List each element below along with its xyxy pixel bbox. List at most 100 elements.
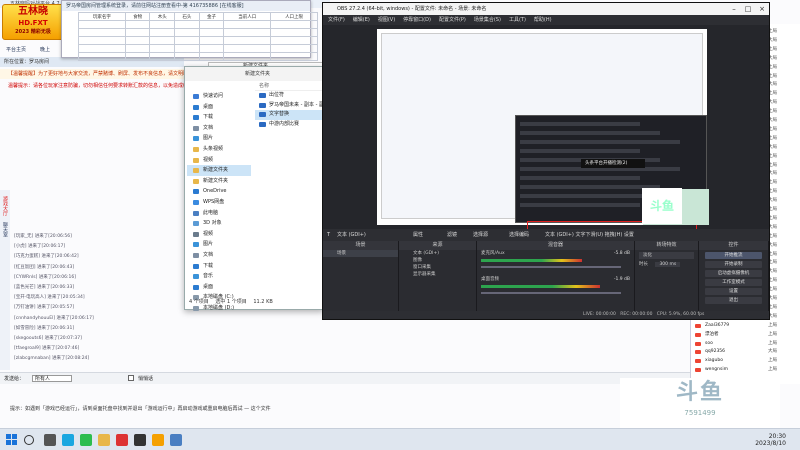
control-button[interactable]: 设置	[705, 288, 762, 295]
private-chat-checkbox[interactable]	[128, 375, 134, 381]
tab-chat-room[interactable]: 聊天室	[2, 222, 9, 237]
user-list-item[interactable]: soo 上局	[691, 340, 777, 348]
explorer-nav-item[interactable]: 文档	[187, 250, 251, 261]
table-cell	[149, 20, 176, 29]
source-item[interactable]: 图像	[399, 257, 476, 264]
chat-app-icon[interactable]	[152, 434, 164, 446]
obs-menu-item[interactable]: 工具(T)	[509, 17, 526, 23]
search-icon[interactable]	[24, 435, 34, 445]
user-list-item[interactable]: Zaal36779 上局	[691, 322, 777, 330]
select-source-button[interactable]: 选择源	[473, 229, 488, 241]
wechat-icon[interactable]	[80, 434, 92, 446]
explorer-nav-item[interactable]: 桌面	[187, 102, 251, 113]
obs-menu-item[interactable]: 文件(F)	[328, 17, 345, 23]
explorer-nav-item[interactable]: 视频	[187, 229, 251, 240]
nav-item-label: 图片	[203, 241, 214, 248]
name-column-header[interactable]: 名称	[255, 81, 323, 91]
explorer-nav-item[interactable]: 新建文件夹	[187, 165, 251, 176]
explorer-nav-item[interactable]: 3D 对象	[187, 218, 251, 229]
source-item[interactable]: 窗口采集	[399, 264, 476, 271]
nav-item-icon	[193, 231, 199, 237]
explorer-nav-item[interactable]: 下载	[187, 112, 251, 123]
properties-button[interactable]: 属性	[413, 229, 423, 241]
preview-row	[520, 185, 660, 189]
table-cell	[223, 44, 272, 53]
evening-link[interactable]: 晚上	[40, 46, 50, 53]
maximize-icon[interactable]: □	[741, 3, 755, 15]
table-cell	[174, 44, 200, 53]
explorer-nav-item[interactable]: OneDrive	[187, 186, 251, 197]
user-list-item[interactable]: 漂泊者 上局	[691, 331, 777, 339]
select-encoder-button[interactable]: 选择编码	[509, 229, 529, 241]
user-list-item[interactable]: qq92356 大局	[691, 348, 777, 356]
scene-item[interactable]: 场景	[323, 250, 398, 257]
chat-log-line: [红豆饭团] 进来了[20:06:43]	[14, 264, 75, 270]
edge-icon[interactable]	[62, 434, 74, 446]
explorer-nav-item[interactable]: 文档	[187, 123, 251, 134]
stats-table: 玩家名字 食物 木头 石头 金子 当前人口 人口上限	[78, 12, 318, 61]
table-cell	[174, 20, 200, 29]
nav-item-label: 图片	[203, 135, 214, 142]
clock[interactable]: 20:30 2023/8/10	[755, 433, 786, 447]
current-source: 文本 (GDI+)	[337, 232, 366, 238]
watermark-brand: 斗鱼	[675, 380, 724, 405]
app-icon[interactable]	[116, 434, 128, 446]
minimize-icon[interactable]: –	[727, 3, 741, 15]
obs-menu-item[interactable]: 视图(V)	[378, 17, 395, 23]
tip-text: 提示：如遇到「游戏已经运行」，请到桌面托盘中找到并退出「游戏运行中」再启动游戏或…	[10, 406, 271, 412]
explorer-nav-item[interactable]: 图片	[187, 239, 251, 250]
explorer-nav-item[interactable]: 新建文件夹	[187, 176, 251, 187]
home-link[interactable]: 平台主页	[6, 46, 26, 53]
obs-menu-item[interactable]: 场景集合(S)	[474, 17, 501, 23]
send-target-select[interactable]: 所有人	[32, 375, 72, 382]
game-icon[interactable]	[170, 434, 182, 446]
windows-start-icon[interactable]	[6, 434, 18, 446]
obs-icon[interactable]	[134, 434, 146, 446]
control-button[interactable]: 工作室模式	[705, 279, 762, 286]
folder-icon[interactable]	[98, 434, 110, 446]
nav-item-label: 桌面	[203, 103, 214, 110]
obs-menu-item[interactable]: 编辑(E)	[353, 17, 370, 23]
nav-item-icon	[193, 94, 199, 99]
control-button[interactable]: 退出	[705, 297, 762, 304]
user-status: 上局	[768, 340, 777, 346]
source-item[interactable]: 显示器采集	[399, 271, 476, 278]
file-row[interactable]: 中游内部比赛	[255, 120, 323, 130]
obs-status-bar: LIVE: 00:00:00 REC: 00:00:00 CPU: 5.9%, …	[323, 311, 769, 319]
tab-game-hall[interactable]: 游戏大厅	[2, 196, 9, 216]
task-view-icon[interactable]	[44, 434, 56, 446]
explorer-nav-item[interactable]: 此电脑	[187, 208, 251, 219]
explorer-nav-item[interactable]: 图片	[187, 133, 251, 144]
obs-menu-item[interactable]: 配置文件(P)	[439, 17, 466, 23]
filters-button[interactable]: 滤镜	[447, 229, 457, 241]
volume-slider[interactable]	[481, 266, 621, 268]
file-row[interactable]: 出位符	[255, 91, 323, 101]
volume-slider[interactable]	[481, 292, 621, 294]
user-list-item[interactable]: wengnsim 上局	[691, 366, 777, 374]
control-button[interactable]: 开始录制	[705, 261, 762, 268]
transition-select[interactable]: 淡化	[639, 252, 694, 259]
control-button[interactable]: 开始推流	[705, 252, 762, 259]
explorer-nav-item[interactable]: 音乐	[187, 271, 251, 282]
explorer-nav-item[interactable]: 下载	[187, 261, 251, 272]
nav-item-label: OneDrive	[203, 188, 227, 195]
explorer-nav-item[interactable]: WPS网盘	[187, 197, 251, 208]
source-item[interactable]: 文本 (GDI+)	[399, 250, 476, 257]
table-cell	[124, 36, 151, 45]
explorer-nav-item[interactable]: 视频	[187, 155, 251, 166]
user-status: 上局	[768, 367, 777, 373]
file-row[interactable]: 罗马帝国未来 - 副本 - 副本	[255, 101, 329, 111]
explorer-nav-item[interactable]: 头条视频	[187, 144, 251, 155]
file-row[interactable]: 文字替换	[255, 110, 323, 120]
user-name: 漂泊者	[705, 331, 719, 337]
control-button[interactable]: 启动虚拟摄像机	[705, 270, 762, 277]
nav-item-label: 新建文件夹	[203, 167, 229, 174]
user-list-item[interactable]: xiagubo 上局	[691, 357, 777, 365]
explorer-nav-item[interactable]: 桌面	[187, 282, 251, 293]
obs-menu-item[interactable]: 停靠窗口(D)	[403, 17, 431, 23]
obs-menu-item[interactable]: 帮助(H)	[534, 17, 552, 23]
duration-input[interactable]: 300 ms	[655, 262, 681, 267]
close-icon[interactable]: ×	[755, 3, 769, 15]
nav-item-icon	[193, 125, 199, 131]
explorer-nav-item[interactable]: 快速访问	[187, 91, 251, 102]
